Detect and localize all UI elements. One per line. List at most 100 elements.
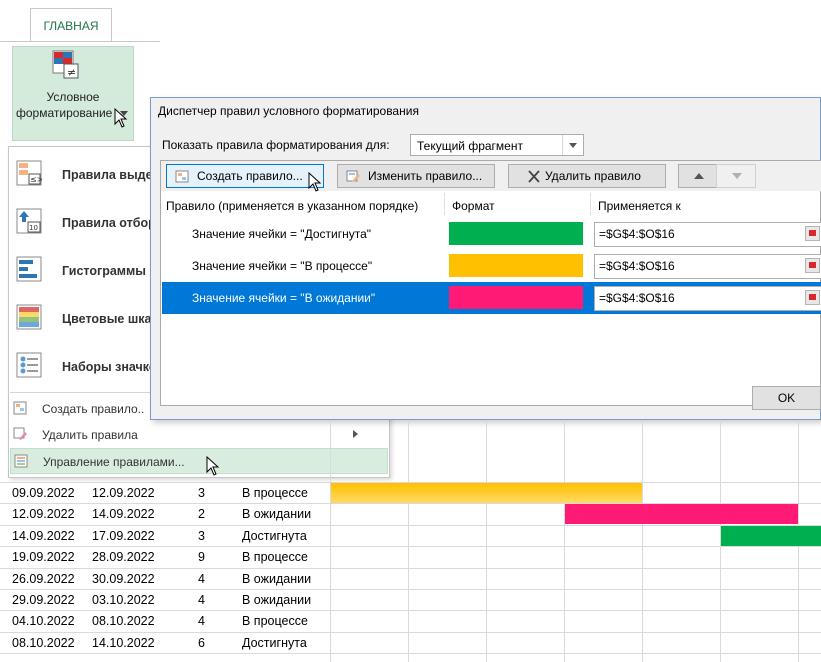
cell-end[interactable]: 12.09.2022 bbox=[92, 486, 155, 500]
grid-line bbox=[0, 546, 821, 547]
new-rule-label: Создать правило... bbox=[197, 169, 303, 183]
cell-end[interactable]: 14.10.2022 bbox=[92, 636, 155, 650]
rule-row[interactable]: Значение ячейки = "В процессе" =$G$4:$O$… bbox=[162, 250, 821, 282]
column-header-format: Формат bbox=[452, 199, 495, 213]
gantt-bar bbox=[331, 483, 642, 503]
rule-condition: Значение ячейки = "Достигнута" bbox=[192, 227, 371, 241]
grid-line bbox=[564, 420, 565, 662]
delete-rule-button[interactable]: Удалить правило bbox=[508, 164, 666, 188]
cell-end[interactable]: 03.10.2022 bbox=[92, 593, 155, 607]
range-picker-icon[interactable] bbox=[805, 290, 820, 305]
menu-item-label: Наборы значко bbox=[62, 360, 157, 374]
cell-end[interactable]: 17.09.2022 bbox=[92, 529, 155, 543]
cell-start[interactable]: 12.09.2022 bbox=[12, 507, 75, 521]
cell-days[interactable]: 2 bbox=[198, 507, 205, 521]
cell-start[interactable]: 04.10.2022 bbox=[12, 614, 75, 628]
arrow-up-icon bbox=[694, 173, 704, 179]
grid-line bbox=[486, 420, 487, 662]
grid-line bbox=[0, 568, 821, 569]
rule-row-selected[interactable]: Значение ячейки = "В ожидании" =$G$4:$O$… bbox=[162, 282, 821, 314]
grid-line bbox=[0, 632, 821, 633]
icon-sets-icon bbox=[16, 352, 42, 378]
cell-end[interactable]: 08.10.2022 bbox=[92, 614, 155, 628]
rule-condition: Значение ячейки = "В ожидании" bbox=[192, 291, 376, 305]
cf-button-label-line1: Условное bbox=[46, 90, 100, 104]
cell-end[interactable]: 14.09.2022 bbox=[92, 507, 155, 521]
cell-status[interactable]: В процессе bbox=[242, 550, 308, 564]
grid-line bbox=[642, 420, 643, 662]
conditional-formatting-icon: ≠ bbox=[52, 50, 79, 79]
grid-line bbox=[330, 420, 331, 662]
rules-scope-select[interactable]: Текущий фрагмент bbox=[410, 134, 584, 156]
cell-start[interactable]: 29.09.2022 bbox=[12, 593, 75, 607]
cell-status[interactable]: Достигнута bbox=[242, 636, 307, 650]
ribbon-divider bbox=[0, 41, 160, 42]
cell-days[interactable]: 9 bbox=[198, 550, 205, 564]
edit-rule-label: Изменить правило... bbox=[368, 169, 483, 183]
new-rule-button[interactable]: Создать правило... bbox=[166, 164, 324, 188]
move-up-button[interactable] bbox=[678, 164, 718, 188]
dialog-title: Диспетчер правил условного форматировани… bbox=[158, 104, 419, 118]
cell-start[interactable]: 19.09.2022 bbox=[12, 550, 75, 564]
cell-days[interactable]: 4 bbox=[198, 593, 205, 607]
cell-status[interactable]: В процессе bbox=[242, 614, 308, 628]
tab-home[interactable]: ГЛАВНАЯ bbox=[30, 8, 112, 42]
menu-item-color-scales[interactable]: Цветовые шка bbox=[10, 296, 160, 342]
cell-status[interactable]: В ожидании bbox=[242, 593, 311, 607]
applies-to-range: =$G$4:$O$16 bbox=[599, 259, 675, 273]
cell-start[interactable]: 08.10.2022 bbox=[12, 636, 75, 650]
top-bottom-icon: 10 bbox=[16, 208, 42, 234]
new-rule-icon bbox=[175, 170, 189, 183]
grid-line bbox=[0, 482, 821, 483]
menu-item-top-bottom-rules[interactable]: 10 Правила отбор bbox=[10, 200, 160, 246]
cell-days[interactable]: 3 bbox=[198, 486, 205, 500]
menu-item-data-bars[interactable]: Гистограммы bbox=[10, 248, 160, 294]
applies-to-field[interactable]: =$G$4:$O$16 bbox=[594, 254, 821, 279]
cell-status[interactable]: В процессе bbox=[242, 486, 308, 500]
cell-status[interactable]: В ожидании bbox=[242, 507, 311, 521]
mouse-cursor-icon bbox=[114, 108, 128, 128]
format-preview bbox=[449, 254, 583, 277]
menu-item-icon-sets[interactable]: Наборы значко bbox=[10, 344, 160, 390]
cell-status[interactable]: Достигнута bbox=[242, 529, 307, 543]
grid-line bbox=[0, 503, 821, 504]
format-preview bbox=[449, 222, 583, 245]
range-picker-icon[interactable] bbox=[805, 226, 820, 241]
cell-days[interactable]: 3 bbox=[198, 529, 205, 543]
applies-to-field[interactable]: =$G$4:$O$16 bbox=[594, 286, 821, 311]
new-rule-icon bbox=[13, 401, 27, 415]
highlight-rules-icon: ≤> bbox=[16, 160, 42, 186]
cell-days[interactable]: 4 bbox=[198, 572, 205, 586]
ok-button[interactable]: OK bbox=[752, 386, 821, 410]
cell-start[interactable]: 14.09.2022 bbox=[12, 529, 75, 543]
move-down-button[interactable] bbox=[716, 164, 756, 188]
rule-condition: Значение ячейки = "В процессе" bbox=[192, 259, 373, 273]
cell-status[interactable]: В ожидании bbox=[242, 572, 311, 586]
cell-end[interactable]: 28.09.2022 bbox=[92, 550, 155, 564]
cell-days[interactable]: 6 bbox=[198, 636, 205, 650]
grid-line bbox=[0, 610, 821, 611]
delete-rule-label: Удалить правило bbox=[545, 169, 641, 183]
gantt-bar bbox=[565, 504, 798, 525]
gantt-bar bbox=[721, 525, 821, 546]
scope-value: Текущий фрагмент bbox=[417, 139, 523, 153]
chevron-down-icon[interactable] bbox=[562, 135, 583, 155]
column-divider bbox=[590, 193, 591, 215]
grid-line bbox=[0, 589, 821, 590]
arrow-down-icon bbox=[732, 173, 742, 179]
delete-x-icon bbox=[528, 170, 540, 183]
menu-item-label: Правила отбор bbox=[62, 216, 156, 230]
svg-text:≠: ≠ bbox=[67, 66, 76, 79]
cell-start[interactable]: 26.09.2022 bbox=[12, 572, 75, 586]
grid-line bbox=[0, 653, 821, 654]
cell-end[interactable]: 30.09.2022 bbox=[92, 572, 155, 586]
cell-start[interactable]: 09.09.2022 bbox=[12, 486, 75, 500]
rule-row[interactable]: Значение ячейки = "Достигнута" =$G$4:$O$… bbox=[162, 218, 821, 250]
edit-rule-button[interactable]: Изменить правило... bbox=[337, 164, 495, 188]
show-rules-label: Показать правила форматирования для: bbox=[162, 138, 390, 152]
menu-item-highlight-rules[interactable]: ≤> Правила выде bbox=[10, 152, 160, 198]
menu-item-label: Создать правило.. bbox=[42, 402, 145, 416]
range-picker-icon[interactable] bbox=[805, 258, 820, 273]
applies-to-field[interactable]: =$G$4:$O$16 bbox=[594, 222, 821, 247]
cell-days[interactable]: 4 bbox=[198, 614, 205, 628]
